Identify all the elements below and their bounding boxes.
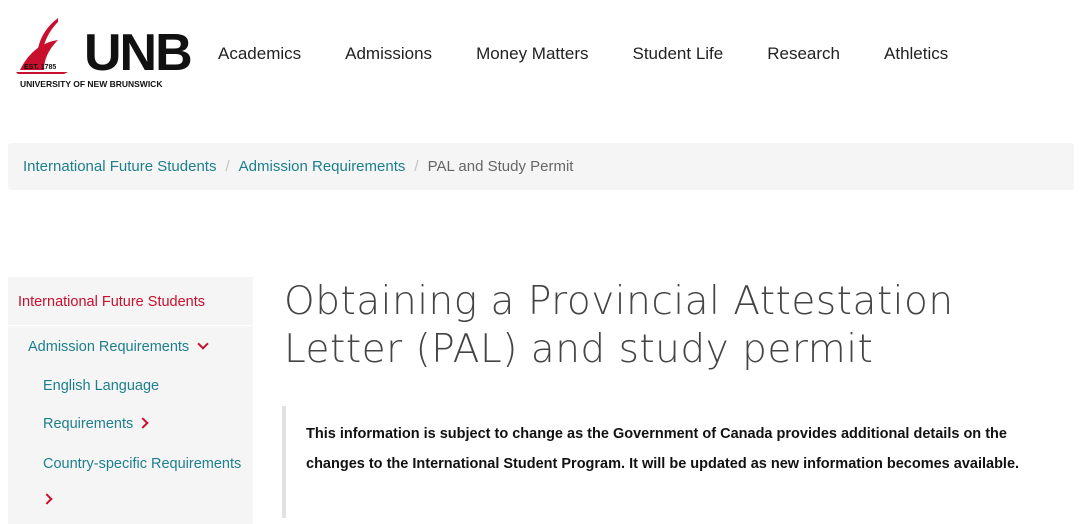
sidebar-item-admission-requirements[interactable]: Admission Requirements (28, 338, 209, 355)
breadcrumb-link-admission-requirements[interactable]: Admission Requirements (239, 158, 406, 175)
sidebar-item-international-future-students[interactable]: International Future Students (18, 294, 205, 310)
breadcrumb-current: PAL and Study Permit (427, 158, 574, 175)
breadcrumb-separator: / (225, 158, 230, 175)
chevron-right-icon[interactable] (137, 417, 149, 429)
sail-icon (16, 18, 68, 74)
sidebar-item-english-language-requirements-line2[interactable]: Requirements (43, 416, 149, 432)
sidebar-item-country-specific-requirements[interactable]: Country-specific Requirements (43, 456, 241, 472)
nav-money-matters[interactable]: Money Matters (476, 44, 588, 64)
nav-academics[interactable]: Academics (218, 44, 301, 64)
nav-athletics[interactable]: Athletics (884, 44, 948, 64)
sidebar-nav: International Future Students Admission … (8, 277, 253, 524)
unb-logo[interactable]: EST. 1785 UNB UNIVERSITY OF NEW BRUNSWIC… (12, 16, 193, 90)
logo-subtitle: UNIVERSITY OF NEW BRUNSWICK (20, 79, 163, 89)
logo-est: EST. 1785 (24, 64, 57, 71)
breadcrumb-link-international-future-students[interactable]: International Future Students (23, 158, 216, 175)
sidebar-item-english-language-requirements[interactable]: English Language (43, 378, 159, 394)
nav-research[interactable]: Research (767, 44, 840, 64)
sidebar-item-label: Admission Requirements (28, 339, 190, 355)
page-title: Obtaining a Provincial Attestation Lette… (284, 279, 954, 372)
notice-text: This information is subject to change as… (306, 426, 1020, 472)
sidebar-divider (8, 325, 253, 326)
nav-student-life[interactable]: Student Life (633, 44, 724, 64)
sidebar-item-country-specific-toggle[interactable] (41, 492, 53, 508)
breadcrumb: International Future Students / Admissio… (8, 143, 1074, 190)
sidebar-item-label: Requirements (43, 416, 134, 432)
main-nav: Academics Admissions Money Matters Stude… (218, 44, 992, 64)
logo-wordmark: UNB (84, 24, 193, 82)
notice-callout: This information is subject to change as… (282, 406, 1042, 518)
breadcrumb-separator: / (414, 158, 419, 175)
chevron-down-icon[interactable] (197, 338, 209, 350)
nav-admissions[interactable]: Admissions (345, 44, 432, 64)
chevron-right-icon[interactable] (41, 493, 53, 505)
